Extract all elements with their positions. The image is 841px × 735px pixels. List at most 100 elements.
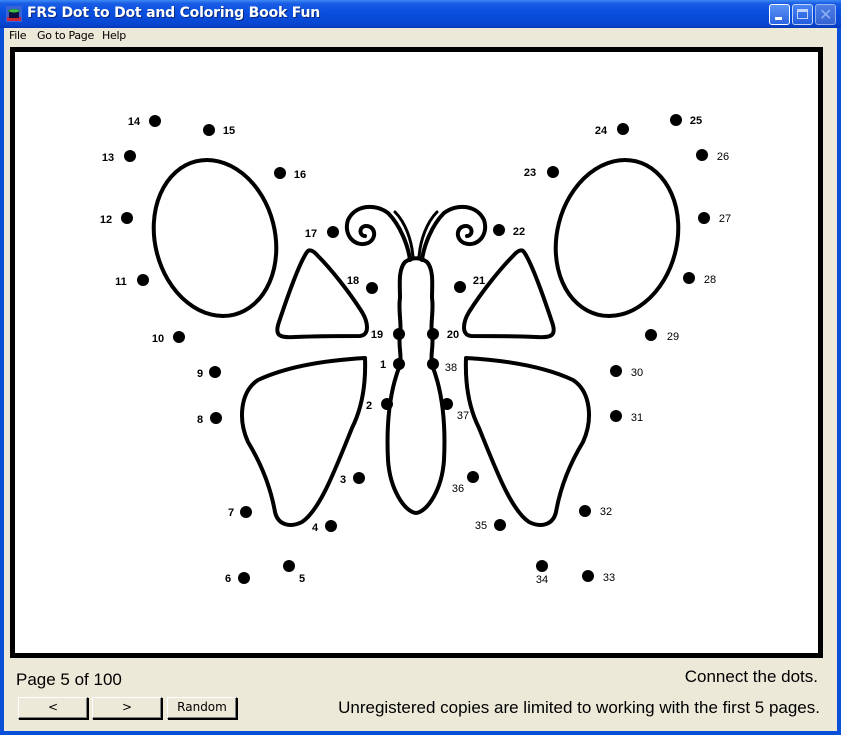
dot-32[interactable] (579, 505, 591, 517)
dot-label-11: 11 (115, 276, 127, 288)
dot-36[interactable] (467, 471, 479, 483)
title-bar[interactable]: FRS Dot to Dot and Coloring Book Fun ✕ (0, 0, 841, 28)
dot-label-12: 12 (100, 214, 112, 226)
dot-label-23: 23 (524, 167, 536, 179)
dot-label-4: 4 (312, 522, 319, 534)
dot-6[interactable] (238, 572, 250, 584)
menu-bar: File Go to Page Help (4, 28, 837, 46)
dot-label-2: 2 (366, 400, 372, 412)
window-title: FRS Dot to Dot and Coloring Book Fun (27, 5, 320, 21)
dot-label-33: 33 (603, 572, 615, 584)
dot-34[interactable] (536, 560, 548, 572)
dot-8[interactable] (210, 412, 222, 424)
dot-24[interactable] (617, 123, 629, 135)
dot-29[interactable] (645, 329, 657, 341)
dot-to-dot-canvas[interactable]: 1 2 3 4 5 6 7 8 9 10 11 12 13 14 15 16 17 18 19 20 21 22 23 24 2… (15, 52, 818, 653)
picture-frame: 1 2 3 4 5 6 7 8 9 10 11 12 13 14 15 16 17 18 19 20 21 22 23 24 2… (10, 47, 823, 658)
dot-label-8: 8 (197, 414, 203, 426)
dot-4[interactable] (325, 520, 337, 532)
dot-label-31: 31 (631, 412, 643, 424)
dot-22[interactable] (493, 224, 505, 236)
dot-16[interactable] (274, 167, 286, 179)
menu-help[interactable]: Help (102, 29, 126, 42)
dot-2[interactable] (381, 398, 393, 410)
dot-11[interactable] (137, 274, 149, 286)
dot-label-1: 1 (380, 359, 386, 371)
left-upper-wing-outline (151, 157, 279, 319)
dot-label-17: 17 (305, 228, 317, 240)
dot-12[interactable] (121, 212, 133, 224)
dot-label-14: 14 (128, 116, 141, 128)
dot-1[interactable] (393, 358, 405, 370)
dot-label-35: 35 (475, 520, 487, 532)
dot-3[interactable] (353, 472, 365, 484)
dot-27[interactable] (698, 212, 710, 224)
next-page-button[interactable]: > (92, 697, 162, 719)
dot-label-21: 21 (473, 275, 485, 287)
left-lower-wing-outline (240, 356, 368, 527)
right-antenna (420, 204, 488, 262)
dot-31[interactable] (610, 410, 622, 422)
close-button[interactable]: ✕ (815, 4, 836, 25)
close-icon: ✕ (819, 5, 833, 24)
dot-7[interactable] (240, 506, 252, 518)
dot-10[interactable] (173, 331, 185, 343)
minimize-icon (775, 17, 782, 20)
dot-23[interactable] (547, 166, 559, 178)
random-page-button[interactable]: Random (167, 697, 237, 719)
dot-19[interactable] (393, 328, 405, 340)
maximize-icon (797, 9, 808, 19)
dot-25[interactable] (670, 114, 682, 126)
dot-label-20: 20 (447, 329, 459, 341)
dot-label-25: 25 (690, 115, 702, 127)
dot-label-3: 3 (340, 474, 346, 486)
instruction-text: Connect the dots. (684, 667, 818, 686)
dot-15[interactable] (203, 124, 215, 136)
menu-go-to-page[interactable]: Go to Page (37, 29, 94, 42)
dot-38[interactable] (427, 358, 439, 370)
dot-label-16: 16 (294, 169, 306, 181)
menu-file[interactable]: File (9, 29, 27, 42)
dot-35[interactable] (494, 519, 506, 531)
dot-33[interactable] (582, 570, 594, 582)
maximize-button[interactable] (792, 4, 813, 25)
dot-label-19: 19 (371, 329, 383, 341)
dot-label-7: 7 (228, 507, 234, 519)
dot-label-22: 22 (513, 226, 525, 238)
previous-page-button[interactable]: < (18, 697, 88, 719)
dot-label-6: 6 (225, 573, 231, 585)
dot-label-26: 26 (717, 151, 729, 163)
dot-21[interactable] (454, 281, 466, 293)
right-inner-wing-outline (462, 248, 556, 340)
dot-label-5: 5 (299, 573, 305, 585)
page-indicator: Page 5 of 100 (16, 670, 122, 689)
paint-bucket-icon (6, 6, 22, 22)
dot-label-27: 27 (719, 213, 731, 225)
dot-5[interactable] (283, 560, 295, 572)
dot-37[interactable] (441, 398, 453, 410)
dot-20[interactable] (427, 328, 439, 340)
dot-17[interactable] (327, 226, 339, 238)
dot-13[interactable] (124, 150, 136, 162)
dot-26[interactable] (696, 149, 708, 161)
right-lower-wing-outline (463, 356, 591, 527)
dot-label-24: 24 (595, 125, 608, 137)
right-upper-wing-outline (553, 157, 681, 319)
dot-label-32: 32 (600, 506, 612, 518)
dot-18[interactable] (366, 282, 378, 294)
dot-label-28: 28 (704, 274, 716, 286)
dot-label-34: 34 (536, 574, 548, 586)
dot-label-38: 38 (445, 362, 457, 374)
dot-label-36: 36 (452, 483, 464, 495)
dot-label-18: 18 (347, 275, 359, 287)
left-inner-wing-outline (275, 248, 369, 340)
app-window: FRS Dot to Dot and Coloring Book Fun ✕ F… (0, 0, 841, 735)
dot-28[interactable] (683, 272, 695, 284)
dot-30[interactable] (610, 365, 622, 377)
registration-notice: Unregistered copies are limited to worki… (338, 698, 820, 717)
dot-9[interactable] (209, 366, 221, 378)
minimize-button[interactable] (769, 4, 790, 25)
dot-14[interactable] (149, 115, 161, 127)
butterfly-picture[interactable]: 12345678910111213141516171819 20212223242… (15, 52, 818, 653)
dot-label-10: 10 (152, 333, 164, 345)
